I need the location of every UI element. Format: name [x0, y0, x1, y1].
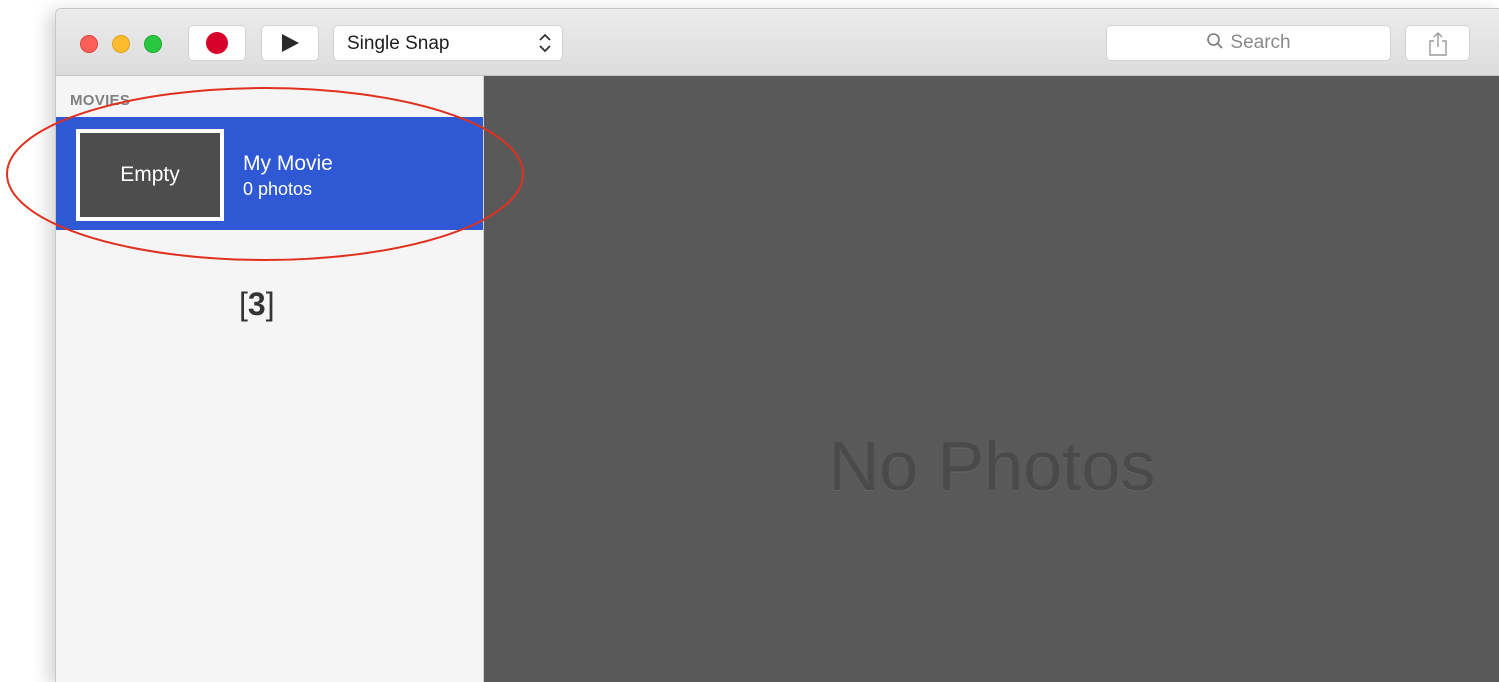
minimize-window-button[interactable] — [112, 35, 130, 53]
search-placeholder: Search — [1230, 32, 1291, 53]
empty-state-label: No Photos — [828, 427, 1156, 505]
play-icon — [282, 34, 299, 52]
search-placeholder-row: Search — [1107, 32, 1390, 54]
capture-mode-select[interactable]: Single Snap — [333, 25, 563, 61]
movie-thumbnail: Empty — [76, 129, 224, 221]
toolbar: Single Snap Search — [56, 9, 1499, 76]
section-header-movies: MOVIES — [70, 92, 131, 109]
record-icon — [206, 32, 228, 54]
app-window: Single Snap Search MOVIES Empty My Movie… — [55, 8, 1499, 682]
updown-chevron-icon — [538, 29, 552, 58]
photo-canvas[interactable]: No Photos — [484, 76, 1499, 682]
share-button[interactable] — [1405, 25, 1470, 61]
search-field[interactable]: Search — [1106, 25, 1391, 61]
record-button[interactable] — [188, 25, 246, 61]
annotation-step-marker: [3] — [239, 286, 275, 322]
zoom-window-button[interactable] — [144, 35, 162, 53]
thumbnail-label: Empty — [120, 163, 180, 186]
sidebar: MOVIES Empty My Movie 0 photos [3] — [56, 76, 484, 682]
search-icon — [1207, 33, 1224, 49]
movie-title: My Movie — [243, 152, 333, 175]
sidebar-item-my-movie[interactable]: Empty My Movie 0 photos — [56, 117, 483, 230]
movie-photo-count: 0 photos — [243, 179, 313, 199]
capture-mode-value: Single Snap — [347, 33, 450, 54]
play-button[interactable] — [261, 25, 319, 61]
share-icon — [1428, 31, 1448, 62]
close-window-button[interactable] — [80, 35, 98, 53]
annotation-step-number: 3 — [247, 286, 266, 322]
